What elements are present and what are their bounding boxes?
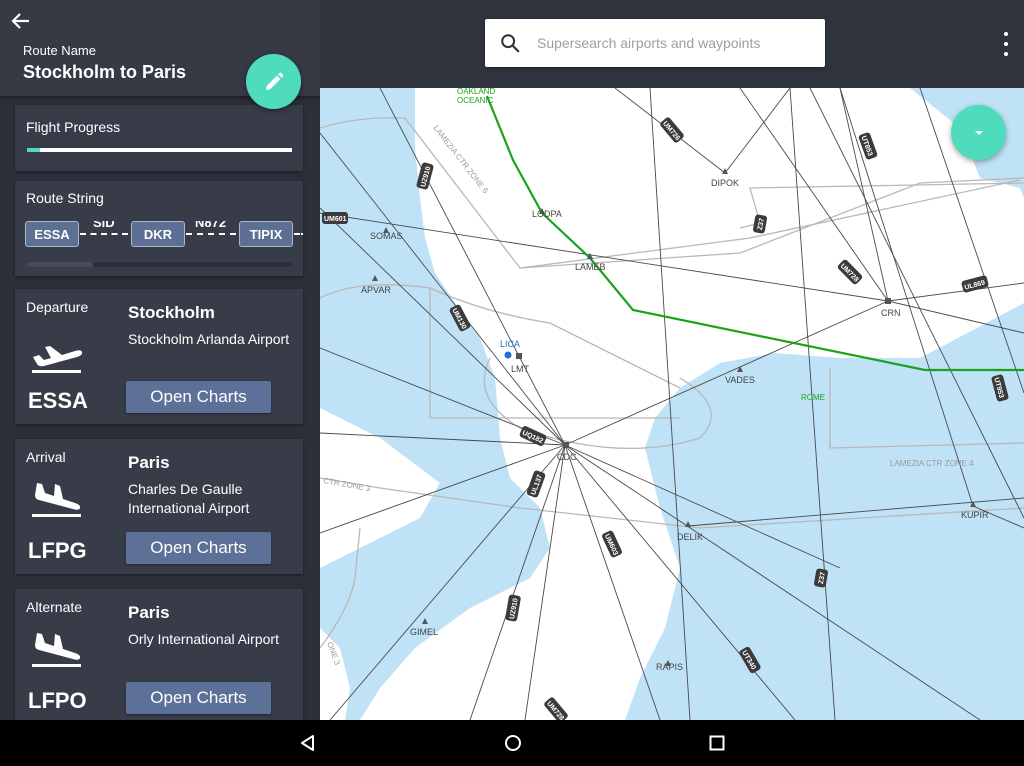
alternate-open-charts-button[interactable]: Open Charts xyxy=(126,682,271,714)
route-fix-dkr[interactable]: DKR xyxy=(131,221,185,247)
alternate-card: Alternate LFPO Paris Orly International … xyxy=(15,589,303,720)
route-airway-sid[interactable]: SID xyxy=(93,221,115,230)
app-window: DIPOK LODPA SOMAS LAMEB APVAR CRN LICA L… xyxy=(0,0,1024,720)
top-app-bar xyxy=(320,0,1024,88)
waypoint-kupir-label[interactable]: KUPIR xyxy=(961,510,989,520)
route-string-scrollbar[interactable] xyxy=(27,262,292,267)
takeoff-icon xyxy=(32,346,83,373)
region-label-oakland: OAKLAND xyxy=(457,88,495,96)
search-box[interactable] xyxy=(485,19,825,67)
back-arrow-icon[interactable] xyxy=(10,10,32,32)
airway-um601-label[interactable]: UM601 xyxy=(324,216,347,223)
arrival-card: Arrival LFPG Paris Charles De Gaulle Int… xyxy=(15,439,303,574)
waypoint-apvar-label[interactable]: APVAR xyxy=(361,285,391,295)
arrival-open-charts-button[interactable]: Open Charts xyxy=(126,532,271,564)
waypoint-vades-label[interactable]: VADES xyxy=(725,375,755,385)
scrollbar-thumb[interactable] xyxy=(27,262,93,267)
waypoint-somas-label[interactable]: SOMAS xyxy=(370,231,403,241)
flight-progress-title: Flight Progress xyxy=(26,119,121,135)
lica-airport-marker[interactable] xyxy=(504,351,512,359)
flight-progress-bar xyxy=(27,148,292,152)
route-string-row[interactable]: ESSA SID DKR N872 TIPIX xyxy=(25,221,303,251)
route-fix-essa[interactable]: ESSA xyxy=(25,221,79,247)
departure-city: Stockholm xyxy=(128,303,215,322)
system-nav-bar xyxy=(0,720,1024,766)
waypoint-lica-label[interactable]: LICA xyxy=(500,339,520,349)
more-vert-icon[interactable] xyxy=(998,32,1014,56)
alternate-role-label: Alternate xyxy=(26,599,83,615)
departure-open-charts-button[interactable]: Open Charts xyxy=(126,381,271,413)
dropdown-fab-button[interactable] xyxy=(951,105,1006,160)
route-segment-dash xyxy=(186,233,236,235)
landing-icon xyxy=(32,633,81,667)
route-fix-tipix[interactable]: TIPIX xyxy=(239,221,293,247)
departure-role-label: Departure xyxy=(26,299,89,315)
search-input[interactable] xyxy=(535,34,809,52)
pencil-icon xyxy=(265,72,283,90)
waypoint-rapis-label[interactable]: RAPIS xyxy=(656,662,683,672)
route-segment-dash xyxy=(80,233,128,235)
waypoint-lodpa-label[interactable]: LODPA xyxy=(532,209,562,219)
route-string-card: Route String ESSA SID DKR N872 TIPIX xyxy=(15,181,303,276)
waypoint-lmt-label[interactable]: LMT xyxy=(511,364,530,374)
waypoint-gimel-label[interactable]: GIMEL xyxy=(410,627,438,637)
map-view[interactable]: DIPOK LODPA SOMAS LAMEB APVAR CRN LICA L… xyxy=(320,88,1024,720)
edit-route-button[interactable] xyxy=(246,54,301,109)
route-sidebar: Route Name Stockholm to Paris Flight Pro… xyxy=(0,0,320,720)
nav-recents-icon[interactable] xyxy=(707,733,727,753)
search-icon[interactable] xyxy=(485,19,535,67)
departure-card: Departure ESSA Stockholm Stockholm Arlan… xyxy=(15,289,303,424)
flight-progress-fill xyxy=(27,148,40,152)
arrival-role-label: Arrival xyxy=(26,449,66,465)
route-name-label: Route Name xyxy=(23,43,96,58)
arrival-city: Paris xyxy=(128,453,170,472)
route-segment-dash xyxy=(294,233,303,235)
route-name: Stockholm to Paris xyxy=(23,62,187,82)
landing-icon xyxy=(32,483,81,517)
waypoint-crn-label[interactable]: CRN xyxy=(881,308,901,318)
nav-home-icon[interactable] xyxy=(503,733,523,753)
alternate-icao: LFPO xyxy=(28,688,87,713)
region-label-oceanic: OCEANIC xyxy=(457,96,494,105)
arrival-airport-name: Charles De Gaulle International Airport xyxy=(128,481,250,516)
zone-label-lamezia-4: LAMEZIA CTR ZONE 4 xyxy=(890,459,974,468)
arrival-icao: LFPG xyxy=(28,538,87,563)
map-canvas[interactable]: DIPOK LODPA SOMAS LAMEB APVAR CRN LICA L… xyxy=(320,88,1024,720)
route-string-title: Route String xyxy=(26,190,104,206)
region-label-rome: ROME xyxy=(801,393,825,402)
route-airway-n872[interactable]: N872 xyxy=(195,221,226,230)
alternate-airport-name: Orly International Airport xyxy=(128,631,279,647)
caret-down-icon xyxy=(974,130,983,135)
waypoint-cdc-label[interactable]: CDC xyxy=(557,452,577,462)
departure-icao: ESSA xyxy=(28,388,88,413)
flight-progress-card: Flight Progress xyxy=(15,105,303,171)
departure-airport-name: Stockholm Arlanda Airport xyxy=(128,331,290,347)
nav-back-icon[interactable] xyxy=(298,733,318,753)
alternate-city: Paris xyxy=(128,603,170,622)
waypoint-delik-label[interactable]: DELIK xyxy=(677,532,703,542)
waypoint-dipok-label[interactable]: DIPOK xyxy=(711,178,739,188)
waypoint-lameb-label[interactable]: LAMEB xyxy=(575,262,606,272)
